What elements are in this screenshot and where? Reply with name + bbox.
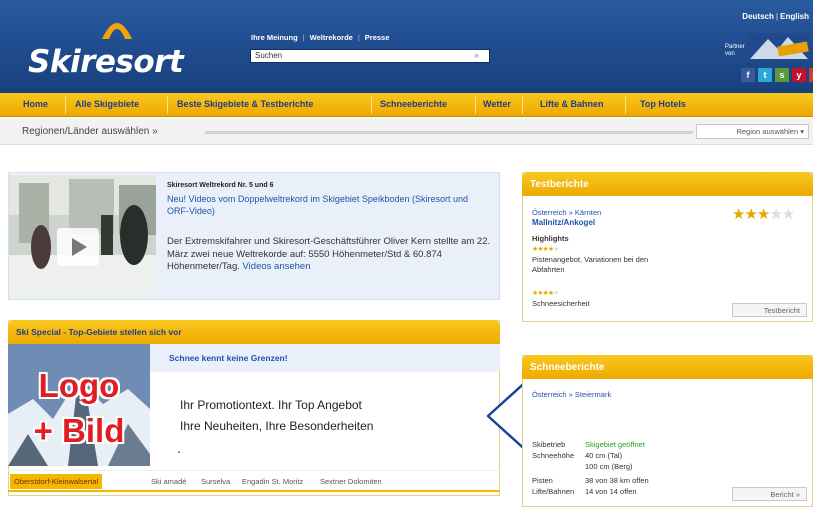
nav-wetter[interactable]: Wetter [483,99,511,109]
promo-dot: . [177,440,181,456]
language-switch: Deutsch | English [742,12,809,21]
youtube-icon[interactable]: y [792,68,806,82]
search-input[interactable]: Suchen [250,49,490,63]
ski-special-header: Ski Special - Top-Gebiete stellen sich v… [8,320,500,344]
teaser-link[interactable]: Videos ansehen [243,261,311,272]
partner-badge-icon[interactable] [748,33,810,61]
top-links: Ihre Meinung | Weltrekorde | Presse [251,33,390,42]
snow-row-label: Lifte/Bahnen [532,487,575,496]
lang-deutsch[interactable]: Deutsch [742,12,774,21]
promo-image-text-1: Logo [38,367,120,404]
region-label[interactable]: Regionen/Länder auswählen » [22,126,158,137]
testberichte-header[interactable]: Testberichte [522,172,813,196]
mountain-sun-icon [102,23,132,39]
rating-stars: ★★★★★ [732,206,795,223]
ski-special-subtitle[interactable]: Schnee kennt keine Grenzen! [169,353,288,363]
promo-line-2: Ihre Neuheiten, Ihre Besonderheiten [180,419,374,433]
nav-top-hotels[interactable]: Top Hotels [640,99,686,109]
snow-row-value: 40 cm (Tal) [585,451,623,460]
tab-surselva[interactable]: Surselva [201,477,230,486]
highlight-2-stars: ★★★★★ [532,290,559,297]
teaser-body: Der Extremskifahrer und Skiresort-Geschä… [167,236,491,272]
snow-row-value: 100 cm (Berg) [585,462,633,471]
link-presse[interactable]: Presse [365,33,390,42]
search-submit-icon[interactable]: » [474,50,479,60]
snow-row-label: Schneehöhe [532,451,575,460]
teaser-headline[interactable]: Neu! Videos vom Doppelweltrekord im Skig… [167,193,487,217]
link-weltrekorde[interactable]: Weltrekorde [310,33,353,42]
snow-row-label: Pisten [532,476,553,485]
link-ihre-meinung[interactable]: Ihre Meinung [251,33,298,42]
tab-ski-amade[interactable]: Ski amadé [151,477,186,486]
promo-line-1: Ihr Promotiontext. Ihr Top Angebot [180,398,362,412]
snow-row-value: 14 von 14 offen [585,487,637,496]
tab-engadin[interactable]: Engadin St. Moritz [242,477,303,486]
nav-home[interactable]: Home [23,99,48,109]
nav-alle-skigebiete[interactable]: Alle Skigebiete [75,99,139,109]
bericht-button[interactable]: Bericht » [732,487,807,501]
social-red-icon[interactable]: ✱ [809,68,813,82]
facebook-icon[interactable]: f [741,68,755,82]
highlights-label: Highlights [532,234,569,243]
testbericht-button[interactable]: Testbericht [732,303,807,317]
highlight-1-text: Pistenangebot, Variationen bei den Abfah… [532,255,649,274]
region-bar: Regionen/Länder auswählen » Region auswä… [0,118,813,145]
testberichte-breadcrumb[interactable]: Österreich » Kärnten [532,208,601,217]
tab-oberstdorf[interactable]: Oberstdorf-Kleinwalsertal [10,474,103,489]
site-logo[interactable]: Skiresort [28,44,184,80]
region-slider[interactable] [205,131,693,134]
snow-row-value: Skigebiet geöffnet [585,440,645,449]
region-select-button[interactable]: Region auswählen ▾ [696,124,809,139]
teaser-kicker: Skiresort Weltrekord Nr. 5 und 6 [167,182,274,189]
tab-sextner[interactable]: Sextner Dolomiten [320,477,382,486]
highlight-1-stars: ★★★★★ [532,246,559,253]
social-icons: f t s y ✱ [741,68,813,82]
schneeberichte-header[interactable]: Schneeberichte [522,355,813,379]
nav-schneeberichte[interactable]: Schneeberichte [380,99,447,109]
schneeberichte-breadcrumb[interactable]: Österreich » Steiermark [532,390,611,399]
snow-row-value: 38 von 38 km offen [585,476,649,485]
twitter-icon[interactable]: t [758,68,772,82]
highlight-2-text: Schneesicherheit [532,299,590,308]
promo-image-text-2: + Bild [33,412,125,449]
snow-row-label: Skibetrieb [532,440,566,449]
nav-lifte-bahnen[interactable]: Lifte & Bahnen [540,99,604,109]
share-icon[interactable]: s [775,68,789,82]
promo-text: Ihr Promotiontext. Ihr Top Angebot Ihre … [180,395,373,437]
main-nav: Home Alle Skigebiete Beste Skigebiete & … [0,93,813,117]
testberichte-resort[interactable]: Mallnitz/Ankogel [532,218,595,227]
play-icon[interactable] [57,228,99,266]
nav-beste-skigebiete[interactable]: Beste Skigebiete & Testberichte [177,99,313,109]
lang-english[interactable]: English [780,12,809,21]
partner-label: Partner von [725,44,745,57]
